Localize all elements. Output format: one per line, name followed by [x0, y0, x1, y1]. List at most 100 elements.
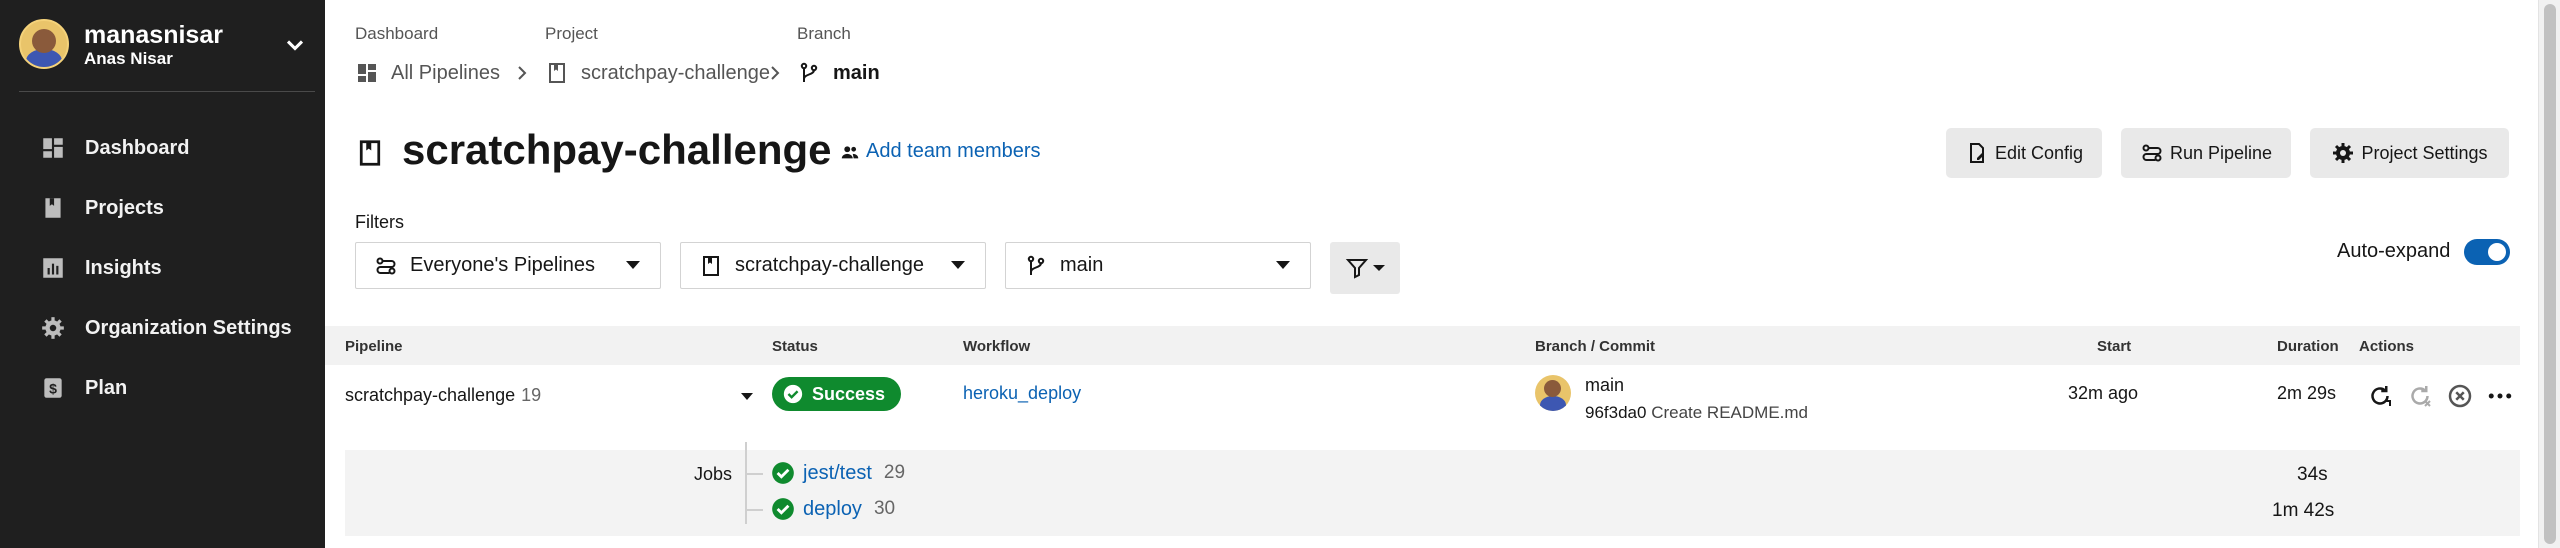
check-circle-icon [783, 384, 803, 404]
branch-icon [800, 62, 818, 82]
pipeline-name: scratchpay-challenge [345, 385, 516, 405]
breadcrumb-item-label: scratchpay-challenge [581, 61, 770, 84]
breadcrumb-branch[interactable]: main [797, 58, 880, 88]
breadcrumb: All Pipelines scratchpay-challenge main [355, 58, 1155, 88]
duration: 2m 29s [2277, 383, 2337, 403]
column-header-pipeline: Pipeline [345, 338, 403, 355]
row-actions [2365, 381, 2515, 411]
commit-hash: 96f3da0 [1585, 403, 1647, 422]
table-row[interactable]: scratchpay-challenge 19 Success heroku_de… [325, 365, 2520, 447]
breadcrumb-label-branch: Branch [797, 24, 851, 43]
caret-down-icon[interactable] [741, 393, 753, 400]
sidebar: manasnisar Anas Nisar Dashboard Projects… [0, 0, 325, 548]
branch-filter-select[interactable]: main [1005, 242, 1311, 289]
projects-icon [45, 198, 61, 218]
sidebar-item-projects[interactable]: Projects [0, 178, 325, 238]
pipelines-filter-value: Everyone's Pipelines [410, 254, 596, 276]
user-full-name: Anas Nisar [84, 49, 173, 68]
auto-expand-toggle[interactable] [2464, 239, 2510, 265]
sidebar-item-label: Organization Settings [85, 316, 292, 339]
table-header: Pipeline Status Workflow Branch / Commit… [325, 326, 2520, 365]
status-badge[interactable]: Success [772, 377, 902, 411]
chevron-down-icon[interactable] [281, 31, 309, 59]
vertical-scrollbar[interactable] [2538, 0, 2560, 548]
branch-filter-value: main [1060, 254, 1104, 276]
job-item[interactable]: deploy 30 [770, 496, 895, 522]
caret-down-icon [626, 261, 640, 269]
add-team-members-label: Add team members [866, 140, 1041, 162]
sidebar-item-organization-settings[interactable]: Organization Settings [0, 298, 325, 358]
column-header-duration: Duration [2277, 338, 2339, 355]
branch-name[interactable]: main [1585, 375, 1624, 396]
project-filter-value: scratchpay-challenge [735, 254, 924, 276]
column-header-workflow: Workflow [963, 338, 1031, 355]
sidebar-item-label: Projects [85, 196, 164, 219]
dashboard-icon [43, 138, 63, 158]
more-options-icon[interactable] [2485, 381, 2515, 411]
breadcrumb-label-dashboard: Dashboard [355, 24, 439, 43]
job-duration: 1m 42s [2272, 500, 2335, 521]
jobs-label: Jobs [694, 464, 733, 484]
sidebar-item-plan[interactable]: $ Plan [0, 358, 325, 418]
advanced-filter-button[interactable] [1330, 242, 1400, 294]
check-circle-icon [772, 498, 794, 520]
job-item[interactable]: jest/test 29 [770, 460, 905, 486]
breadcrumb-label-project: Project [545, 24, 598, 43]
project-settings-label: Project Settings [2361, 142, 2488, 163]
commit-info[interactable]: 96f3da0 Create README.md [1585, 403, 1808, 423]
run-pipeline-label: Run Pipeline [2169, 142, 2273, 163]
project-icon [549, 63, 565, 83]
job-name[interactable]: jest/test [803, 462, 872, 485]
check-circle-icon [772, 462, 794, 484]
svg-text:$: $ [49, 380, 57, 396]
sidebar-item-label: Plan [85, 376, 128, 399]
auto-expand-label: Auto-expand [2337, 240, 2451, 262]
column-header-start: Start [2097, 338, 2132, 355]
job-number: 30 [873, 498, 896, 519]
pipeline-name-cell[interactable]: scratchpay-challenge 19 [345, 385, 541, 406]
filter-icon [1345, 259, 1369, 279]
breadcrumb-project[interactable]: scratchpay-challenge [545, 58, 770, 88]
username: manasnisar [84, 21, 223, 49]
add-team-members-link[interactable]: Add team members [839, 140, 1041, 163]
caret-down-icon [951, 261, 965, 269]
main-content: Dashboard Project Branch All Pipelines s… [325, 0, 2538, 548]
edit-config-button[interactable]: Edit Config [1946, 128, 2102, 178]
sidebar-item-insights[interactable]: Insights [0, 238, 325, 298]
workflow-link[interactable]: heroku_deploy [963, 383, 1081, 404]
user-menu[interactable]: manasnisar Anas Nisar [19, 19, 309, 71]
edit-config-label: Edit Config [1994, 142, 2084, 163]
job-duration: 34s [2297, 464, 2328, 485]
project-settings-button[interactable]: Project Settings [2310, 128, 2509, 178]
branch-icon [1027, 255, 1045, 275]
scrollbar-thumb[interactable] [2544, 4, 2556, 544]
sidebar-item-dashboard[interactable]: Dashboard [0, 118, 325, 178]
pipeline-icon [376, 257, 396, 274]
project-filter-select[interactable]: scratchpay-challenge [680, 242, 986, 289]
pipelines-filter-select[interactable]: Everyone's Pipelines [355, 242, 661, 289]
toggle-knob [2488, 243, 2506, 261]
chevron-right-icon [518, 66, 527, 80]
insights-icon [43, 258, 63, 278]
filters-label: Filters [355, 212, 404, 232]
gear-icon [2333, 143, 2354, 163]
avatar [19, 19, 69, 69]
project-icon [359, 140, 381, 166]
page-title: scratchpay-challenge [402, 126, 832, 173]
status-label: Success [812, 383, 886, 404]
caret-down-icon [1276, 261, 1290, 269]
job-name[interactable]: deploy [803, 498, 862, 521]
rerun-failed-icon[interactable] [2405, 381, 2435, 411]
breadcrumb-all-pipelines[interactable]: All Pipelines [355, 58, 500, 88]
jobs-tree-line [745, 442, 747, 524]
rerun-icon[interactable] [2365, 381, 2395, 411]
tree-connector [745, 509, 763, 511]
dashboard-icon [358, 64, 376, 82]
cancel-icon[interactable] [2445, 381, 2475, 411]
pipeline-number: 19 [521, 385, 542, 405]
sidebar-divider [19, 91, 315, 92]
avatar [1535, 375, 1571, 411]
breadcrumb-item-label: All Pipelines [391, 61, 500, 84]
run-pipeline-button[interactable]: Run Pipeline [2121, 128, 2291, 178]
sidebar-nav: Dashboard Projects Insights Organization… [0, 118, 325, 418]
